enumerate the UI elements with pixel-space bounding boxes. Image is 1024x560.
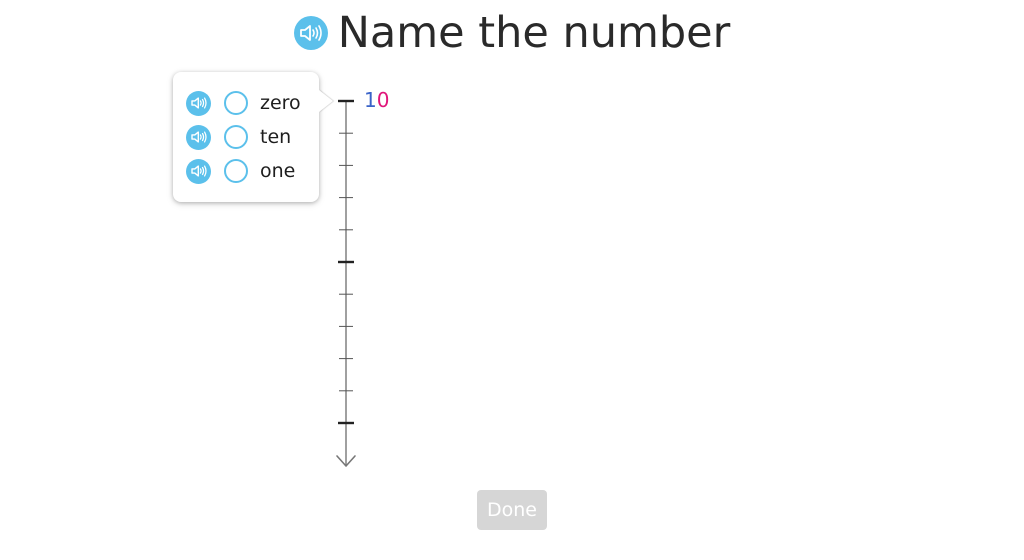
done-button[interactable]: Done: [477, 490, 547, 530]
top-tick-label: 10: [364, 88, 389, 112]
ones-digit: 0: [376, 88, 390, 112]
tens-digit: 1: [364, 88, 377, 112]
number-line: [336, 99, 356, 467]
exercise-stage: Name the number zero ten one 10 Done: [0, 0, 1024, 560]
